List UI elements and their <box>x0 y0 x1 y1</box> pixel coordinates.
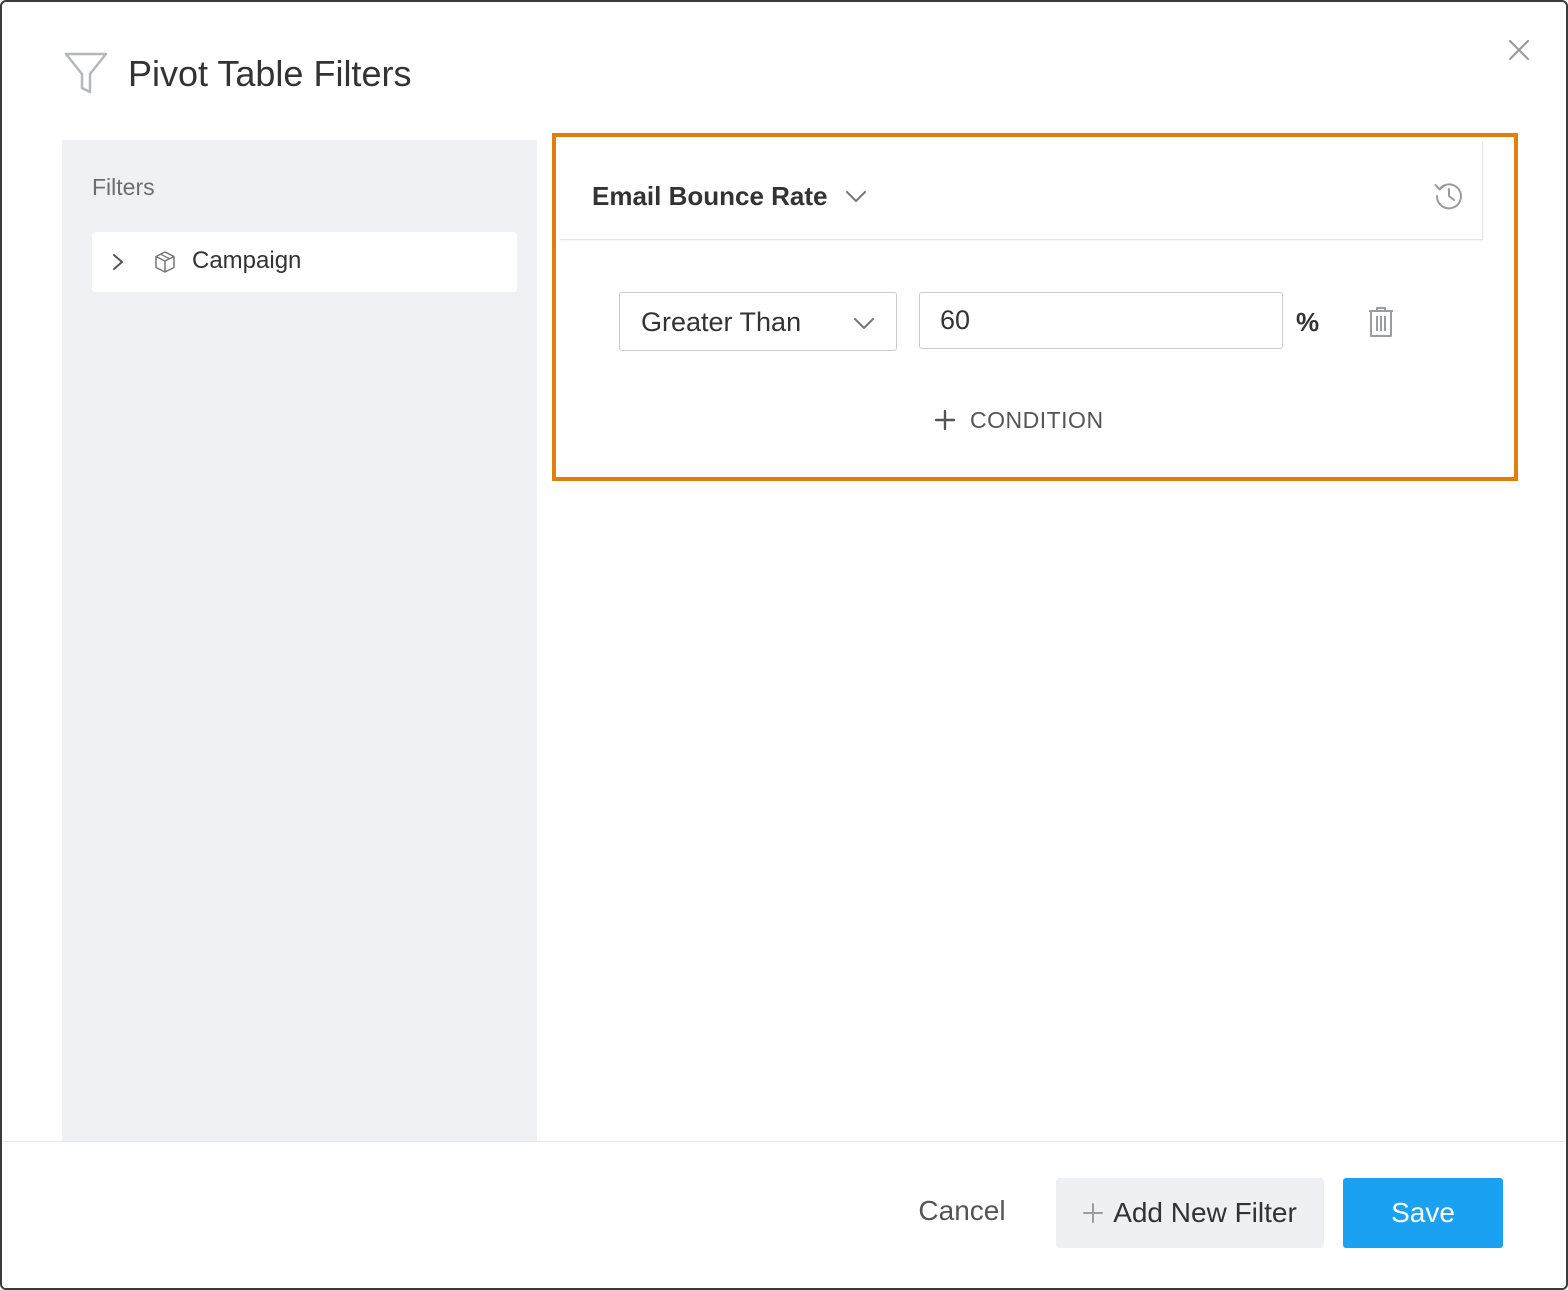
metric-dropdown[interactable]: Email Bounce Rate <box>592 179 868 213</box>
metric-name: Email Bounce Rate <box>592 180 828 211</box>
filter-card: Email Bounce Rate Greater Than % <box>552 133 1518 481</box>
plus-icon <box>1083 1203 1104 1223</box>
add-condition-label: CONDITION <box>970 406 1104 433</box>
add-new-filter-label: Add New Filter <box>1113 1197 1297 1228</box>
unit-label: % <box>1296 307 1320 337</box>
cancel-button[interactable]: Cancel <box>902 1176 1022 1246</box>
sidebar-item-campaign[interactable]: Campaign <box>92 232 517 292</box>
close-icon[interactable] <box>1504 35 1534 65</box>
chevron-down-icon <box>854 318 874 329</box>
operator-select[interactable]: Greater Than <box>619 292 897 351</box>
save-button[interactable]: Save <box>1343 1178 1503 1248</box>
dialog-footer: Cancel Add New Filter Save <box>2 1141 1566 1288</box>
condition-value-input[interactable] <box>919 292 1283 349</box>
sidebar-item-label: Campaign <box>192 247 302 274</box>
cube-icon <box>155 251 175 273</box>
plus-icon <box>934 409 956 431</box>
chevron-right-icon[interactable] <box>108 252 128 272</box>
pivot-filters-dialog: Pivot Table Filters Filters Campaign Ema… <box>0 0 1568 1290</box>
funnel-icon <box>64 52 108 94</box>
add-new-filter-button[interactable]: Add New Filter <box>1056 1178 1324 1248</box>
chevron-down-icon <box>845 191 866 202</box>
operator-value: Greater Than <box>641 307 802 337</box>
trash-icon[interactable] <box>1367 305 1395 339</box>
history-icon[interactable] <box>1432 179 1466 213</box>
filters-sidebar: Filters Campaign <box>62 140 537 1141</box>
sidebar-heading: Filters <box>92 174 155 200</box>
add-condition-button[interactable]: CONDITION <box>934 405 1104 435</box>
filter-card-header: Email Bounce Rate <box>560 141 1483 240</box>
dialog-title: Pivot Table Filters <box>128 53 412 94</box>
